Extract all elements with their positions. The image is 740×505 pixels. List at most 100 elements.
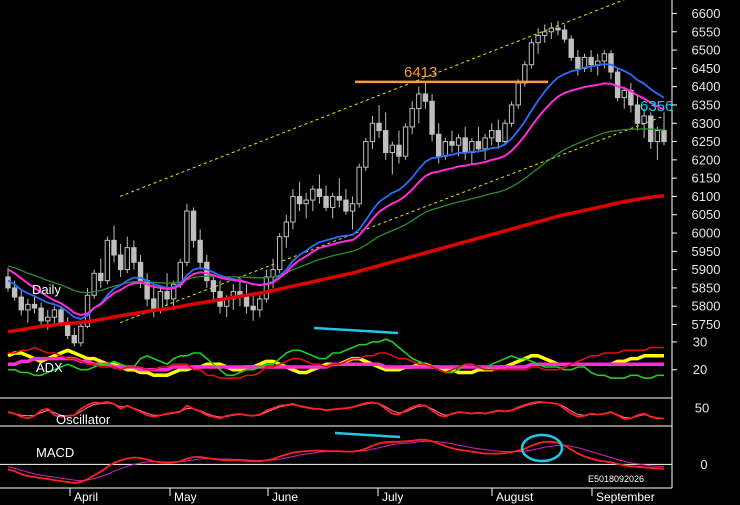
candle-body [442, 141, 449, 157]
candle-body [654, 130, 661, 143]
candle-body [661, 130, 667, 143]
candle-body [416, 93, 422, 110]
daily-label: Daily [32, 282, 61, 297]
candle-body [117, 254, 124, 271]
adx-tick-label: 20 [693, 362, 707, 377]
candle-body [382, 130, 389, 154]
price-tick-label: 6150 [692, 171, 721, 186]
chart-background [0, 0, 740, 505]
price-tick-label: 5900 [692, 262, 721, 277]
candle-body [210, 280, 217, 293]
candle-body [542, 31, 548, 36]
candle-body [402, 126, 409, 157]
candle-body [343, 199, 349, 212]
candle-body [131, 247, 137, 263]
candle-body [329, 195, 336, 208]
candle-body [25, 303, 31, 311]
candle-body [250, 305, 256, 311]
price-tick-label: 6550 [692, 24, 721, 39]
candle-body [561, 29, 568, 40]
chart-code: E5018092026 [588, 474, 644, 484]
candle-body [296, 195, 303, 205]
price-tick-label: 5850 [692, 280, 721, 295]
candle-body [462, 137, 468, 154]
candle-body [489, 130, 495, 139]
adx-label: ADX [36, 360, 63, 375]
last-price-label: 6356 [640, 98, 673, 115]
candle-body [389, 144, 396, 154]
price-tick-label: 6600 [692, 6, 721, 21]
macd-label: MACD [36, 445, 74, 460]
price-tick-label: 6500 [692, 43, 721, 58]
candle-body [111, 239, 117, 256]
candle-body [257, 298, 263, 311]
price-tick-label: 5800 [692, 299, 721, 314]
candle-body [409, 108, 415, 128]
candle-body [475, 141, 482, 150]
candle-body [535, 34, 541, 44]
price-tick-label: 6350 [692, 97, 721, 112]
candle-body [608, 53, 614, 73]
candle-body [316, 188, 323, 197]
candle-body [51, 309, 58, 318]
candle-body [495, 130, 502, 143]
candle-body [508, 104, 515, 124]
candle-body [45, 316, 51, 322]
candle-body [376, 122, 382, 132]
candle-body [548, 27, 555, 33]
candle-body [184, 210, 190, 263]
price-tick-label: 6000 [692, 226, 721, 241]
candle-body [11, 287, 18, 298]
candle-body [323, 195, 329, 208]
month-label: June [272, 490, 298, 504]
candle-body [283, 221, 290, 238]
month-label: August [496, 490, 534, 504]
adx-tick-label: 30 [693, 334, 707, 349]
candle-body [575, 56, 581, 69]
candle-body [369, 122, 376, 143]
candle-body [303, 199, 309, 205]
candle-body [436, 133, 442, 157]
price-tick-label: 6450 [692, 61, 721, 76]
candle-body [422, 93, 429, 102]
candle-body [482, 137, 488, 150]
oscillator-label: Oscillator [56, 412, 111, 427]
candle-body [124, 247, 130, 271]
price-tick-label: 5950 [692, 244, 721, 259]
price-tick-label: 6200 [692, 152, 721, 167]
candle-body [18, 296, 24, 311]
osc-tick-label: 50 [695, 401, 709, 416]
candle-body [568, 38, 574, 58]
technical-chart: 6413 6356 5750 5800 5850 5900 5950 6000 6050 610… [0, 0, 740, 505]
price-tick-label: 6050 [692, 207, 721, 222]
candle-body [78, 325, 84, 344]
candle-body [290, 195, 296, 223]
candle-body [429, 100, 435, 135]
candle-body [58, 309, 64, 324]
candle-body [310, 188, 316, 201]
candle-body [151, 298, 157, 311]
candle-body [641, 115, 647, 124]
candle-body [104, 239, 111, 282]
macd-tick-label: 0 [700, 457, 707, 472]
candle-body [522, 64, 528, 84]
price-tick-label: 5750 [692, 317, 721, 332]
price-tick-label: 6400 [692, 79, 721, 94]
candle-body [455, 137, 462, 146]
price-tick-label: 6300 [692, 116, 721, 131]
candle-body [621, 89, 627, 99]
candle-body [98, 272, 104, 282]
candle-body [164, 291, 170, 300]
candle-body [528, 42, 535, 66]
candle-body [349, 203, 356, 212]
candle-body [502, 122, 508, 143]
candle-body [38, 307, 44, 322]
candle-body [71, 334, 77, 344]
candle-body [449, 141, 455, 146]
candle-body [515, 82, 521, 106]
candle-body [31, 303, 38, 309]
month-label: April [74, 490, 98, 504]
candle-body [601, 53, 608, 62]
resistance-label: 6413 [404, 64, 437, 81]
candle-body [263, 276, 270, 300]
